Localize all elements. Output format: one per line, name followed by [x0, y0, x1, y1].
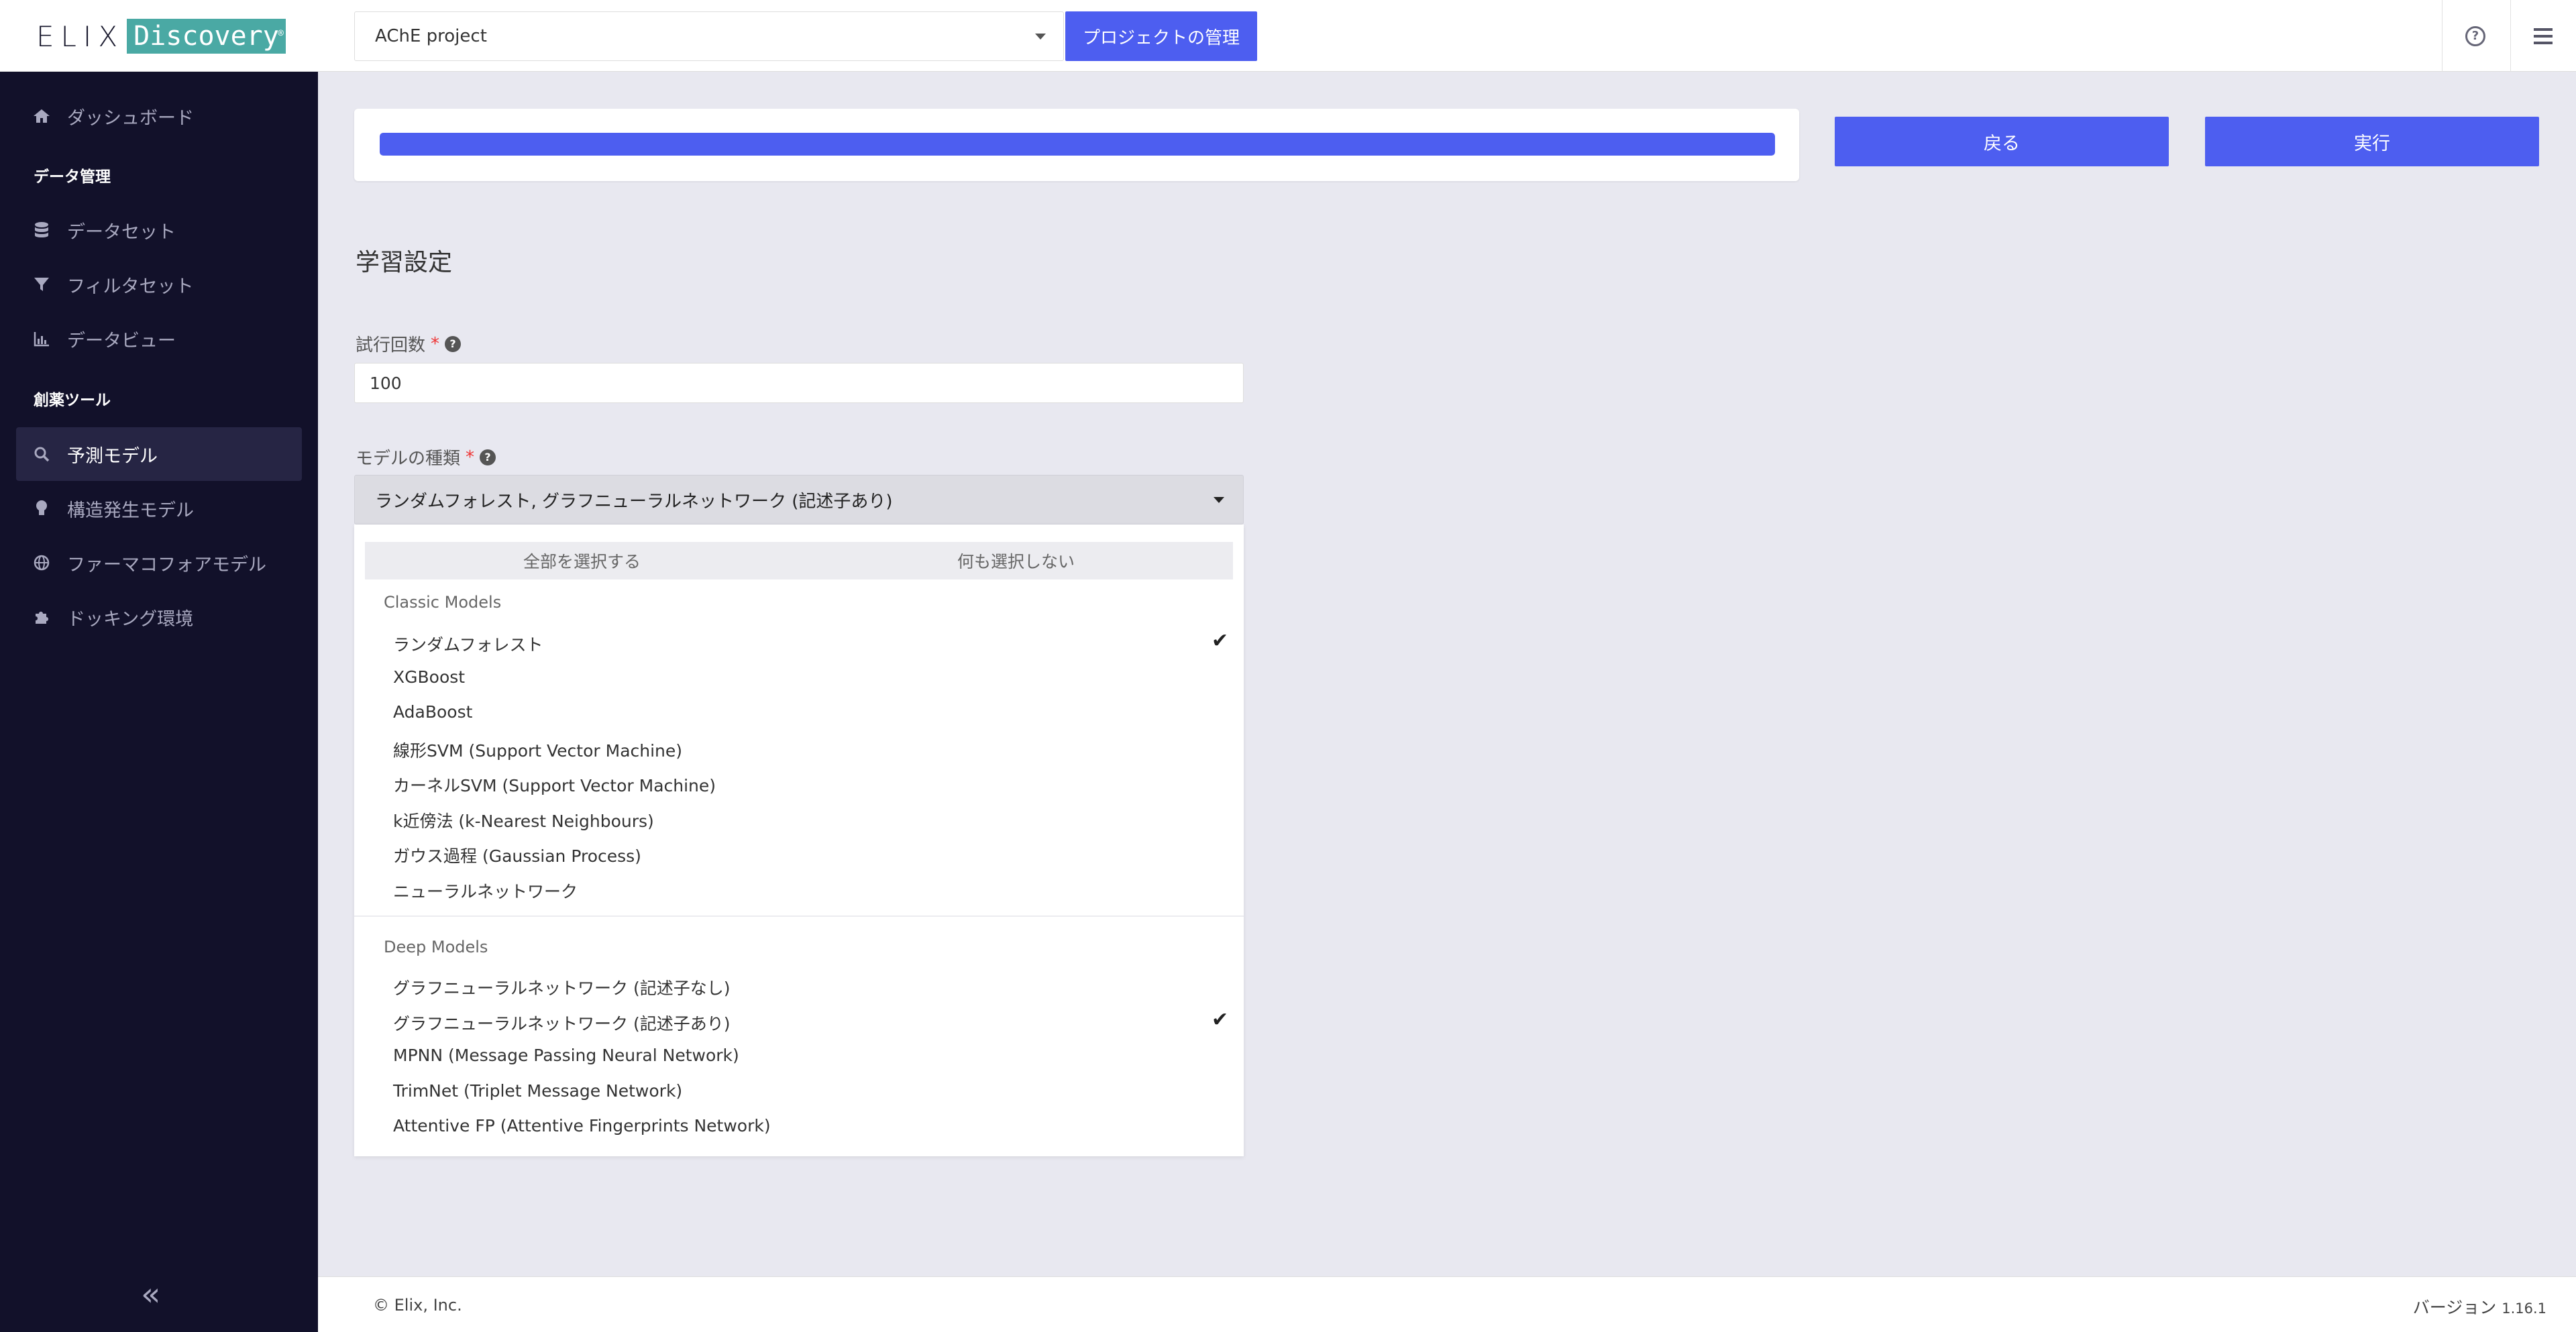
trials-input[interactable]: 100 [354, 363, 1244, 403]
sidebar-item-label: ドッキング環境 [67, 608, 194, 630]
checkmark-icon: ✔ [1212, 629, 1229, 653]
checkmark-icon: ✔ [1212, 1007, 1229, 1032]
run-button[interactable]: 実行 [2205, 117, 2539, 166]
logo-badge: Discovery ® [127, 19, 286, 54]
sidebar-item-datasets[interactable]: データセット [16, 203, 302, 257]
help-button[interactable]: ? [2442, 0, 2509, 72]
sidebar-item-generative-model[interactable]: 構造発生モデル [16, 482, 302, 535]
sidebar-item-docking[interactable]: ドッキング環境 [16, 590, 302, 644]
help-tooltip-icon[interactable]: ? [480, 449, 496, 465]
model-option[interactable]: MPNN (Message Passing Neural Network) [393, 1046, 739, 1065]
model-option[interactable]: ガウス過程 (Gaussian Process) [393, 843, 641, 867]
project-select-value: AChE project [375, 26, 487, 46]
model-option[interactable]: ニューラルネットワーク [393, 879, 578, 903]
hamburger-menu-icon[interactable] [2510, 0, 2576, 72]
collapse-sidebar-icon[interactable]: « [141, 1276, 160, 1313]
model-option[interactable]: グラフニューラルネットワーク (記述子なし) [393, 975, 730, 999]
database-icon [32, 221, 51, 239]
back-button[interactable]: 戻る [1835, 117, 2169, 166]
help-icon: ? [2465, 25, 2485, 46]
page-title: 学習設定 [356, 249, 453, 276]
logo-badge-text: Discovery [133, 21, 279, 52]
globe-icon [32, 553, 51, 572]
sidebar-item-label: ファーマコフォアモデル [67, 554, 266, 575]
required-marker: * [431, 333, 440, 354]
group-divider [354, 915, 1244, 917]
sidebar-item-label: フィルタセット [67, 276, 194, 297]
sidebar: ダッシュボード データ管理 データセット フィルタセット データビュー 創薬ツー… [0, 72, 318, 1332]
required-marker: * [466, 447, 475, 467]
lightbulb-icon [32, 499, 51, 518]
search-icon [32, 445, 51, 463]
copyright: © Elix, Inc. [373, 1296, 462, 1315]
caret-down-icon [1214, 497, 1224, 503]
model-type-label: モデルの種類 * ? [356, 445, 496, 469]
sidebar-item-label: データビュー [67, 330, 176, 351]
model-option[interactable]: ランダムフォレスト [393, 632, 543, 656]
chart-icon [32, 329, 51, 348]
help-tooltip-icon[interactable]: ? [445, 335, 462, 352]
model-option[interactable]: AdaBoost [393, 702, 472, 722]
sidebar-section-data: データ管理 [34, 168, 111, 186]
version-info: バージョン 1.16.1 [2413, 1294, 2546, 1319]
model-type-select-value: ランダムフォレスト, グラフニューラルネットワーク (記述子あり) [375, 491, 893, 512]
filter-icon [32, 275, 51, 294]
project-select[interactable]: AChE project [354, 11, 1064, 61]
sidebar-item-label: 構造発生モデル [67, 500, 194, 521]
dropdown-actions: 全部を選択する 何も選択しない [365, 542, 1233, 579]
sidebar-item-dataview[interactable]: データビュー [16, 312, 302, 366]
progress-card [354, 109, 1799, 181]
trials-input-value: 100 [370, 373, 402, 393]
version-number: 1.16.1 [2502, 1300, 2546, 1317]
sidebar-item-filtersets[interactable]: フィルタセット [16, 258, 302, 311]
model-option[interactable]: Attentive FP (Attentive Fingerprints Net… [393, 1116, 771, 1135]
model-option[interactable]: グラフニューラルネットワーク (記述子あり) [393, 1011, 730, 1035]
select-all-button[interactable]: 全部を選択する [365, 542, 799, 579]
puzzle-icon [32, 608, 51, 626]
progress-bar-fill [380, 133, 1775, 156]
sidebar-item-label: 予測モデル [67, 445, 158, 467]
manage-projects-button[interactable]: プロジェクトの管理 [1065, 11, 1257, 61]
trials-label: 試行回数 * ? [356, 331, 462, 356]
model-type-select[interactable]: ランダムフォレスト, グラフニューラルネットワーク (記述子あり) [354, 475, 1244, 524]
group-header-classic: Classic Models [384, 593, 502, 612]
sidebar-item-label: ダッシュボード [67, 107, 194, 129]
select-none-button[interactable]: 何も選択しない [799, 542, 1233, 579]
model-option[interactable]: TrimNet (Triplet Message Network) [393, 1081, 682, 1101]
sidebar-item-dashboard[interactable]: ダッシュボード [16, 89, 302, 143]
progress-bar [380, 133, 1775, 156]
model-type-label-text: モデルの種類 [356, 449, 461, 469]
logo-wordmark: ELIX [36, 19, 125, 53]
sidebar-item-predictive-model[interactable]: 予測モデル [16, 427, 302, 481]
model-option[interactable]: XGBoost [393, 667, 465, 687]
app-header: ELIX Discovery ® AChE project プロジェクトの管理 ? [0, 0, 2576, 72]
model-option[interactable]: k近傍法 (k-Nearest Neighbours) [393, 808, 654, 832]
sidebar-item-label: データセット [67, 221, 176, 243]
trials-label-text: 試行回数 [356, 335, 426, 355]
version-label: バージョン [2412, 1298, 2497, 1317]
sidebar-section-tools: 創薬ツール [34, 392, 111, 409]
group-header-deep: Deep Models [384, 938, 488, 956]
model-type-dropdown: 全部を選択する 何も選択しない Classic Models ランダムフォレスト… [354, 524, 1244, 1156]
caret-down-icon [1035, 34, 1046, 40]
sidebar-item-pharmacophore-model[interactable]: ファーマコフォアモデル [16, 536, 302, 590]
home-icon [32, 107, 51, 125]
app-footer: © Elix, Inc. バージョン 1.16.1 [318, 1276, 2576, 1332]
model-option[interactable]: 線形SVM (Support Vector Machine) [393, 738, 682, 762]
model-option[interactable]: カーネルSVM (Support Vector Machine) [393, 773, 716, 797]
elix-discovery-logo[interactable]: ELIX Discovery ® [36, 19, 286, 54]
